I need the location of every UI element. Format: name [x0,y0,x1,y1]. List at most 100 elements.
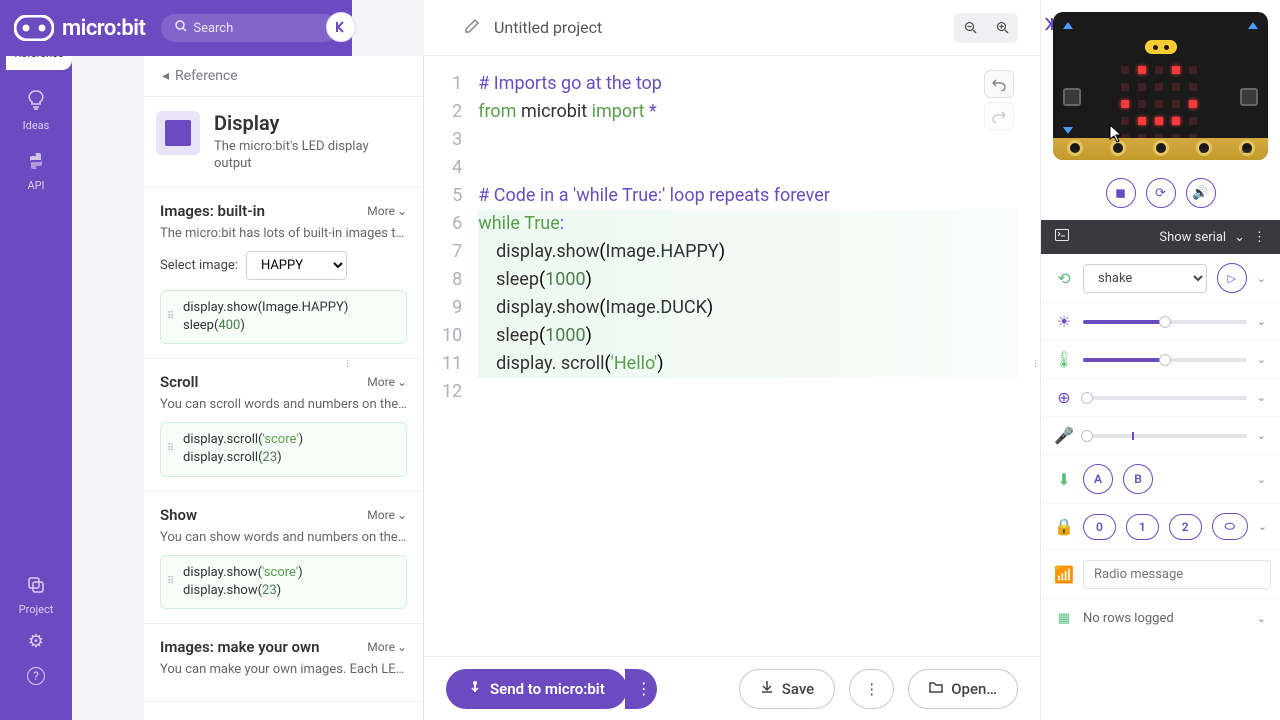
more-link[interactable]: More ⌄ [367,204,407,218]
led-grid [1121,66,1201,146]
sim-reset-button[interactable]: ⟳ [1146,178,1176,208]
sim-stop-button[interactable]: ◼ [1106,178,1136,208]
sun-icon: ☀ [1055,312,1073,331]
image-select[interactable]: HAPPY [246,251,347,280]
splitter-right[interactable]: ⠇ [1034,360,1040,371]
collapse-sidebar-button[interactable] [326,12,356,42]
chevron-down-icon[interactable]: ⌄ [1257,473,1266,486]
search-input[interactable]: Search [161,14,338,42]
send-more-button[interactable]: ⋮ [625,669,657,709]
lock-icon: 🔒 [1055,517,1073,536]
sim-pin-2[interactable]: 2 [1169,514,1202,540]
reference-back-link[interactable]: ◂ Reference [144,56,423,97]
sim-sound-row: 🎤 ⌄ [1041,417,1280,455]
antenna-icon [1248,22,1258,29]
sim-press-a[interactable]: A [1083,464,1113,494]
splitter-left[interactable]: ⠇ [346,360,352,371]
brand-header: micro:bit Search [0,0,352,56]
sound-slider[interactable] [1083,434,1247,438]
serial-bar: Show serial ⌄ ⋮ [1041,220,1280,254]
more-icon[interactable]: ⋮ [1253,230,1266,245]
section-images-own: Images: make your own More ⌄ You can mak… [144,624,423,702]
show-serial-toggle[interactable]: Show serial [1159,230,1226,245]
sim-press-b[interactable]: B [1123,464,1153,494]
gesture-icon: ⟲ [1055,269,1073,288]
thermometer-icon: 🌡 [1055,350,1073,369]
gesture-play-button[interactable]: ▷ [1217,263,1247,293]
radio-message-input[interactable] [1083,560,1271,589]
section-scroll: Scroll More ⌄ You can scroll words and n… [144,359,423,491]
sim-buttons-row: ⬇ A B ⌄ [1041,455,1280,504]
edge-connector: 0123VGND [1053,138,1268,160]
save-more-button[interactable]: ⋮ [849,669,894,709]
editor-area: Untitled project 123456789101112 # Impor… [424,0,1040,720]
chevron-down-icon[interactable]: ⌄ [1257,315,1266,328]
compass-icon: ⊕ [1055,388,1073,407]
brand-name: micro:bit [62,16,145,41]
send-to-microbit-button[interactable]: Send to micro:bit [446,669,627,709]
zoom-in-button[interactable] [988,15,1016,41]
chevron-down-icon: ⌄ [397,204,407,218]
copy-icon [27,576,45,599]
left-nav-rail: Reference Ideas API Project ⚙ ? [0,0,72,720]
sim-temp-row: 🌡 ⌄ [1041,341,1280,379]
bulb-icon [28,90,44,115]
python-icon [27,152,45,175]
nav-api[interactable]: API [27,152,45,192]
snippet-scroll[interactable]: ⠿ display.scroll('score') display.scroll… [160,422,407,476]
sim-pin-1[interactable]: 1 [1126,514,1159,540]
undo-button[interactable] [984,70,1014,98]
download-icon: ⬇ [1055,470,1073,489]
snippet-images-builtin[interactable]: ⠿ display.show(Image.HAPPY) sleep(400) [160,290,407,344]
spreadsheet-icon: ▦ [1055,611,1073,626]
nav-ideas[interactable]: Ideas [23,90,50,132]
display-topic-icon [156,111,200,155]
save-button[interactable]: Save [739,669,835,709]
zoom-out-button[interactable] [956,15,984,41]
code-editor[interactable]: 123456789101112 # Imports go at the topf… [424,56,1040,656]
redo-button[interactable] [984,102,1014,130]
chevron-down-icon[interactable]: ⌄ [1234,230,1245,245]
expand-sim-button[interactable] [1040,16,1056,36]
compass-slider[interactable] [1083,396,1247,400]
reference-subtitle: The micro:bit's LED display output [214,139,405,173]
mic-icon: 🎤 [1055,426,1073,445]
chevron-down-icon[interactable]: ⌄ [1257,429,1266,442]
sim-light-row: ☀ ⌄ [1041,303,1280,341]
section-images-builtin: Images: built-in More ⌄ The micro:bit ha… [144,188,423,359]
sim-mute-button[interactable]: 🔊 [1186,178,1216,208]
reference-header: Display The micro:bit's LED display outp… [144,97,423,188]
sim-pin-logo[interactable]: ⬭ [1212,513,1248,540]
temp-slider[interactable] [1083,358,1247,362]
sim-button-b[interactable] [1240,88,1258,106]
simulator-panel: 0123VGND ◼ ⟳ 🔊 Show serial ⌄ ⋮ ⟲ shake ▷… [1040,0,1280,720]
snippet-show[interactable]: ⠿ display.show('score') display.show(23) [160,555,407,609]
more-link[interactable]: More ⌄ [367,640,407,654]
nav-help[interactable]: ? [19,667,54,685]
sim-compass-row: ⊕ ⌄ [1041,379,1280,417]
chevron-down-icon[interactable]: ⌄ [1257,612,1266,625]
search-icon [175,20,187,36]
simulator-board: 0123VGND [1053,12,1268,160]
pencil-icon[interactable] [464,18,480,38]
more-link[interactable]: More ⌄ [367,375,407,389]
chevron-down-icon[interactable]: ⌄ [1257,272,1266,285]
sim-pin-0[interactable]: 0 [1083,514,1116,540]
chevron-down-icon[interactable]: ⌄ [1257,391,1266,404]
project-name-input[interactable]: Untitled project [494,18,940,37]
chevron-down-icon: ⌄ [397,640,407,654]
light-slider[interactable] [1083,320,1247,324]
editor-toolbar: Untitled project [424,0,1040,56]
terminal-icon [1055,229,1069,245]
open-button[interactable]: Open… [908,669,1018,709]
sim-radio-row: 📶 ▷ ⌄ [1041,550,1280,599]
nav-project[interactable]: Project [19,576,54,616]
nav-settings[interactable]: ⚙ [19,631,54,652]
more-link[interactable]: More ⌄ [367,508,407,522]
sim-button-a[interactable] [1063,88,1081,106]
gesture-select[interactable]: shake [1083,264,1207,293]
chevron-down-icon[interactable]: ⌄ [1257,353,1266,366]
line-gutter: 123456789101112 [442,70,478,656]
chevron-down-icon[interactable]: ⌄ [1258,520,1267,533]
antenna-icon [1063,22,1073,29]
